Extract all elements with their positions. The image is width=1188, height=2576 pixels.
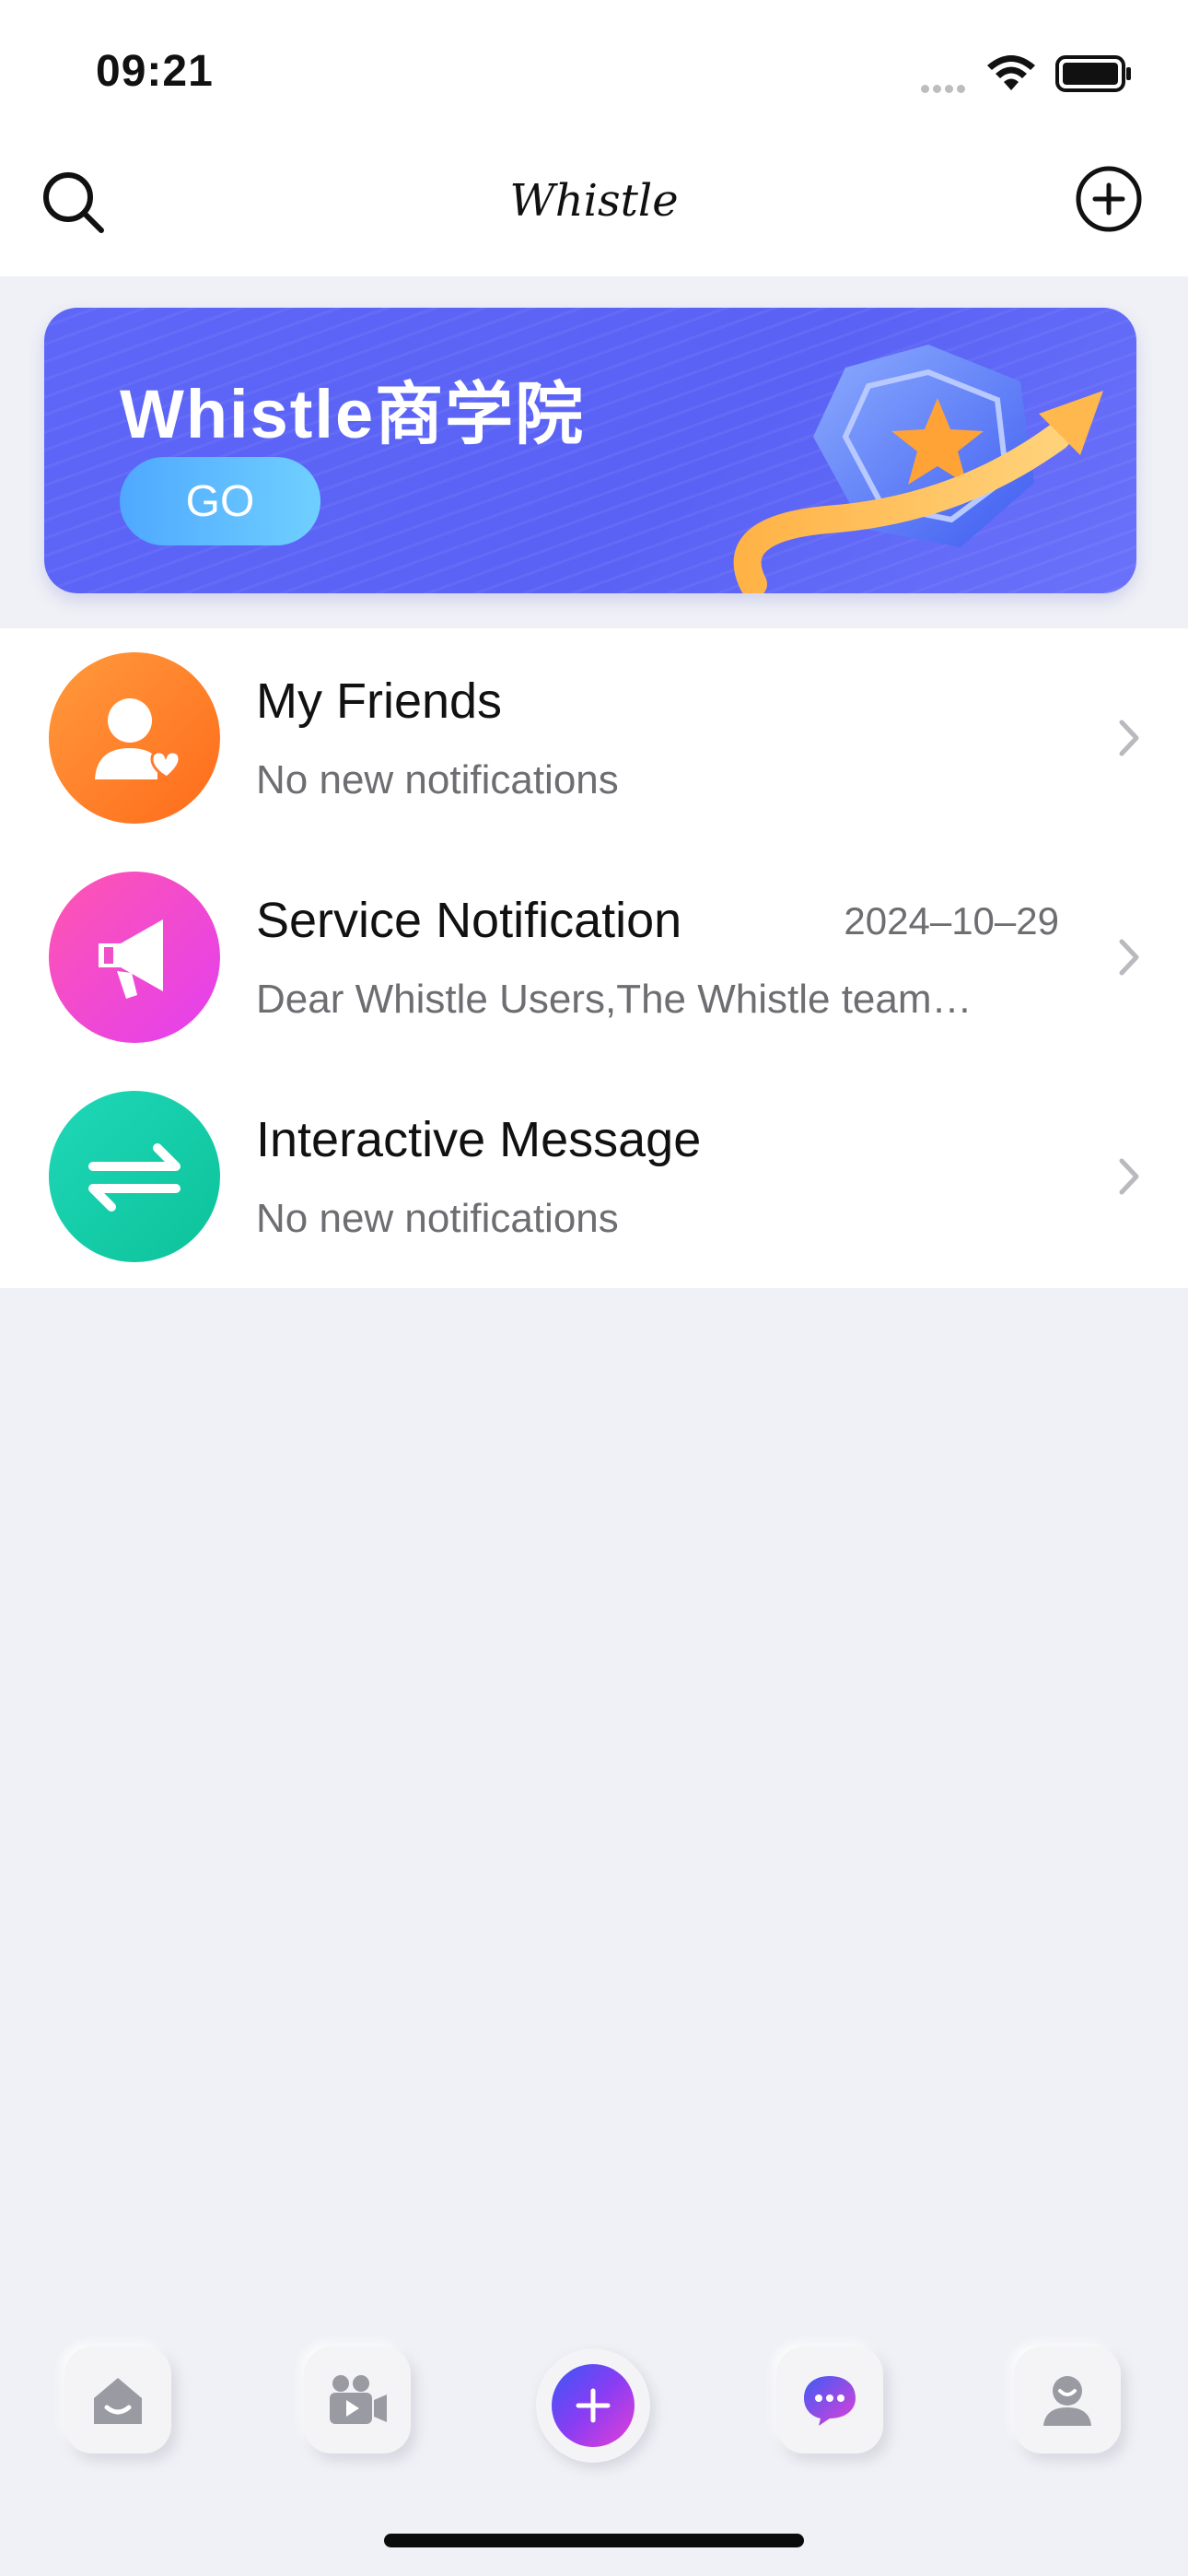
item-title: My Friends [256,673,503,729]
chat-bubble-icon [804,2376,856,2426]
item-date: 2024–10–29 [844,899,1059,943]
battery-icon [1055,55,1131,92]
banner-go-button[interactable]: GO [120,457,320,545]
app-title: Whistle [509,175,679,227]
tab-video[interactable] [304,2347,411,2453]
friend-heart-icon [49,652,220,824]
banner-title: Whistle商学院 [120,376,586,452]
item-subtitle: Dear Whistle Users,The Whistle team… [256,977,973,1022]
promo-banner[interactable]: Whistle商学院 GO [44,308,1136,593]
chevron-right-icon [1119,1158,1139,1195]
tab-add[interactable] [536,2348,650,2463]
wifi-icon [987,55,1035,90]
video-camera-icon [330,2375,387,2424]
message-list: My Friends No new notifications Service … [0,628,1188,1288]
cellular-signal-icon [921,81,969,98]
home-indicator [384,2534,804,2547]
chevron-right-icon [1119,939,1139,976]
status-time: 09:21 [96,47,214,96]
home-icon [94,2378,142,2424]
star-badge-icon [733,345,1103,593]
tab-messages[interactable] [776,2347,883,2453]
item-title: Service Notification [256,893,682,948]
megaphone-icon [49,872,220,1043]
plus-icon [552,2364,635,2447]
tab-profile[interactable] [1014,2347,1121,2453]
list-item-service-notification[interactable]: Service Notification 2024–10–29 Dear Whi… [0,848,1188,1067]
chevron-right-icon [1119,720,1139,756]
list-item-interactive-message[interactable]: Interactive Message No new notifications [0,1067,1188,1286]
item-title: Interactive Message [256,1112,702,1167]
swap-arrows-icon [49,1091,220,1262]
user-icon [1043,2376,1091,2426]
add-circle-icon[interactable] [1074,164,1144,234]
list-item-my-friends[interactable]: My Friends No new notifications [0,628,1188,848]
tab-home[interactable] [64,2347,171,2453]
item-subtitle: No new notifications [256,757,619,802]
item-subtitle: No new notifications [256,1196,619,1241]
